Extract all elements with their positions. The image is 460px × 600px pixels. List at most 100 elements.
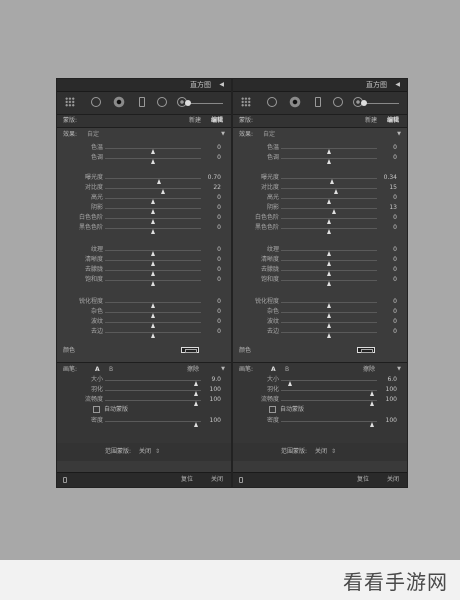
- mask-edit-button[interactable]: 编辑: [387, 118, 399, 124]
- slider-row[interactable]: 去朦胧 0: [57, 266, 231, 276]
- toggle-switch-icon[interactable]: [63, 477, 67, 483]
- slider-value[interactable]: 0: [217, 145, 221, 151]
- slider-value[interactable]: 0: [217, 319, 221, 325]
- brush-size-track[interactable]: [281, 380, 377, 386]
- brush-a-button[interactable]: A: [271, 367, 276, 373]
- slider-row[interactable]: 色温 0: [233, 144, 407, 154]
- slider-value[interactable]: 0: [393, 155, 397, 161]
- slider-row[interactable]: 纹理 0: [57, 246, 231, 256]
- radial-filter-icon[interactable]: [157, 97, 167, 107]
- brush-flow-knob[interactable]: [369, 401, 374, 406]
- slider-track[interactable]: [281, 312, 377, 318]
- slider-value[interactable]: 0: [393, 145, 397, 151]
- color-swatch[interactable]: [357, 347, 375, 353]
- brush-density-knob[interactable]: [193, 422, 198, 427]
- slider-value[interactable]: 0: [217, 329, 221, 335]
- slider-knob[interactable]: [326, 333, 331, 338]
- slider-value[interactable]: 0: [393, 299, 397, 305]
- slider-row[interactable]: 阴影 0: [57, 204, 231, 214]
- slider-value[interactable]: 0: [393, 319, 397, 325]
- slider-track[interactable]: [281, 188, 377, 194]
- brush-flow-row[interactable]: 流畅度 100: [233, 396, 407, 406]
- slider-track[interactable]: [281, 270, 377, 276]
- mask-new-button[interactable]: 新建: [365, 118, 377, 124]
- slider-track[interactable]: [105, 332, 201, 338]
- slider-value[interactable]: 0.70: [208, 175, 221, 181]
- slider-track[interactable]: [105, 208, 201, 214]
- red-eye-icon[interactable]: [289, 96, 301, 108]
- slider-value[interactable]: 0: [393, 267, 397, 273]
- slider-row[interactable]: 饱和度 0: [233, 276, 407, 286]
- slider-track[interactable]: [105, 302, 201, 308]
- slider-value[interactable]: 0: [393, 257, 397, 263]
- slider-knob[interactable]: [150, 159, 155, 164]
- slider-track[interactable]: [105, 270, 201, 276]
- brush-flow-track[interactable]: [281, 400, 377, 406]
- slider-track[interactable]: [105, 178, 201, 184]
- brush-flow-value[interactable]: 100: [210, 397, 221, 403]
- slider-value[interactable]: 0: [217, 267, 221, 273]
- auto-mask-checkbox-box[interactable]: [269, 406, 276, 413]
- effect-preset-dropdown[interactable]: 自定: [263, 132, 275, 138]
- reset-button[interactable]: 复位: [357, 477, 369, 483]
- slider-row[interactable]: 曝光度 0.70: [57, 174, 231, 184]
- panel-header[interactable]: 直方图 ◀: [233, 79, 407, 92]
- slider-track[interactable]: [281, 302, 377, 308]
- slider-row[interactable]: 阴影 13: [233, 204, 407, 214]
- slider-track[interactable]: [281, 198, 377, 204]
- slider-value[interactable]: 0: [217, 277, 221, 283]
- slider-value[interactable]: 0: [217, 299, 221, 305]
- brush-feather-row[interactable]: 羽化 100: [57, 386, 231, 396]
- range-mask-dropdown[interactable]: 关闭: [139, 449, 151, 455]
- auto-mask-checkbox[interactable]: 自动蒙版: [269, 406, 304, 413]
- slider-row[interactable]: 对比度 15: [233, 184, 407, 194]
- brush-flow-value[interactable]: 100: [386, 397, 397, 403]
- slider-row[interactable]: 白色色阶 0: [233, 214, 407, 224]
- mask-new-button[interactable]: 新建: [189, 118, 201, 124]
- slider-row[interactable]: 高光 0: [233, 194, 407, 204]
- slider-value[interactable]: 0: [393, 277, 397, 283]
- slider-value[interactable]: 0: [393, 225, 397, 231]
- slider-track[interactable]: [105, 280, 201, 286]
- slider-row[interactable]: 黑色色阶 0: [57, 224, 231, 234]
- slider-track[interactable]: [105, 228, 201, 234]
- slider-row[interactable]: 对比度 22: [57, 184, 231, 194]
- radial-filter-icon[interactable]: [333, 97, 343, 107]
- slider-knob[interactable]: [326, 229, 331, 234]
- slider-knob[interactable]: [326, 159, 331, 164]
- collapse-triangle-icon[interactable]: ◀: [219, 82, 224, 88]
- brush-density-value[interactable]: 100: [210, 418, 221, 424]
- effect-preset-dropdown[interactable]: 自定: [87, 132, 99, 138]
- range-mask-arrow-icon[interactable]: ⇕: [331, 449, 336, 455]
- slider-row[interactable]: 色调 0: [233, 154, 407, 164]
- slider-value[interactable]: 0: [393, 215, 397, 221]
- close-button[interactable]: 关闭: [211, 477, 223, 483]
- slider-track[interactable]: [105, 260, 201, 266]
- crop-grid-icon[interactable]: [241, 97, 251, 107]
- slider-track[interactable]: [281, 228, 377, 234]
- slider-value[interactable]: 0: [217, 155, 221, 161]
- brush-density-row[interactable]: 密度 100: [57, 417, 231, 427]
- slider-value[interactable]: 13: [389, 205, 397, 211]
- brush-a-button[interactable]: A: [95, 367, 100, 373]
- slider-value[interactable]: 0: [217, 257, 221, 263]
- brush-flow-row[interactable]: 流畅度 100: [57, 396, 231, 406]
- effect-collapse-icon[interactable]: ▼: [221, 132, 225, 137]
- slider-row[interactable]: 色调 0: [57, 154, 231, 164]
- brush-b-button[interactable]: B: [109, 367, 113, 373]
- slider-value[interactable]: 0: [393, 329, 397, 335]
- slider-value[interactable]: 0: [393, 309, 397, 315]
- slider-track[interactable]: [105, 322, 201, 328]
- brush-b-button[interactable]: B: [285, 367, 289, 373]
- brush-density-row[interactable]: 密度 100: [233, 417, 407, 427]
- brush-erase-button[interactable]: 擦除: [363, 367, 375, 373]
- brush-erase-button[interactable]: 擦除: [187, 367, 199, 373]
- brush-density-knob[interactable]: [369, 422, 374, 427]
- slider-value[interactable]: 0: [393, 247, 397, 253]
- brush-feather-track[interactable]: [105, 390, 201, 396]
- slider-row[interactable]: 黑色色阶 0: [233, 224, 407, 234]
- close-button[interactable]: 关闭: [387, 477, 399, 483]
- slider-track[interactable]: [105, 198, 201, 204]
- crop-grid-icon[interactable]: [65, 97, 75, 107]
- slider-row[interactable]: 杂色 0: [233, 308, 407, 318]
